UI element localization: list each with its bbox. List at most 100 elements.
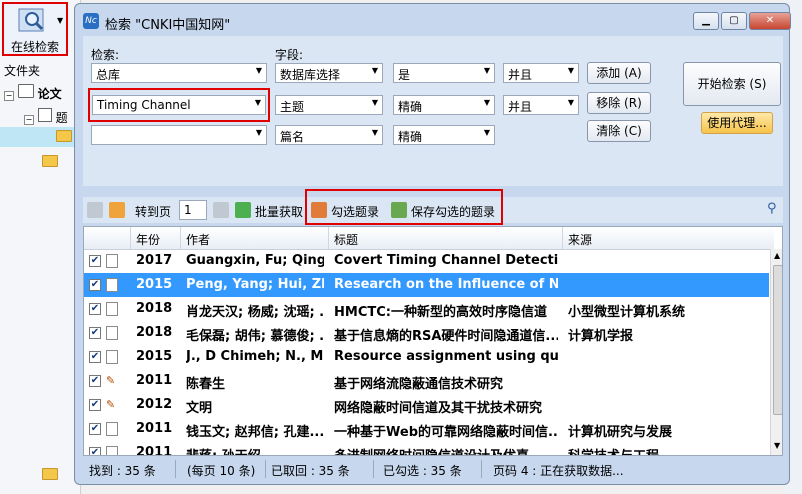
dropdown-arrow-icon: ▼ (254, 98, 261, 107)
match-select[interactable]: 精确 ▼ (393, 95, 495, 115)
match-select[interactable]: 精确 ▼ (393, 125, 495, 145)
search-window: Nc 检索 "CNKI中国知网" ▁ ▢ ✕ 检索: 字段: 总库 ▼ 数据库选择… (74, 3, 791, 485)
row-checkbox[interactable]: ✔ (89, 447, 101, 455)
row-checkbox[interactable]: ✔ (89, 279, 101, 291)
field-select[interactable]: 主题 ▼ (275, 95, 383, 115)
results-toolbar: 转到页 1 批量获取 勾选题录 保存勾选的题录 ⚲ (83, 189, 783, 225)
cell-year: 2017 (136, 253, 173, 268)
cell-title: HMCTC:一种新型的高效时序隐信道 (334, 305, 547, 320)
save-checked-button[interactable]: 保存勾选的题录 (411, 203, 495, 220)
cell-source: 科学技术与工程 (568, 445, 764, 455)
cell-title: 网络隐蔽时间信道及其干扰技术研究 (334, 401, 543, 416)
table-row[interactable]: ✔ 2011 裴蒋; 孙天绍多进制网络时间隐信道设计及优喜科学技术与工程 (84, 441, 769, 455)
page-number-input[interactable]: 1 (179, 200, 207, 220)
table-row[interactable]: ✔ 2011 钱玉文; 赵邦信; 孔建... 一种基于Web的可靠网络隐蔽时间信...… (84, 417, 769, 441)
status-divider (481, 460, 482, 478)
column-header-year[interactable]: 年份 (136, 231, 160, 248)
title-bar[interactable]: Nc 检索 "CNKI中国知网" ▁ ▢ ✕ (75, 4, 791, 36)
keyword-input-value: Timing Channel (97, 98, 191, 112)
row-checkbox[interactable]: ✔ (89, 399, 101, 411)
row-checkbox[interactable]: ✔ (89, 327, 101, 339)
table-row[interactable]: ✔ 2015 Peng, Yang; Hui, Zh... Research on t… (84, 273, 769, 297)
pdf-attachment-icon: ✎ (106, 374, 116, 387)
tree-item-root[interactable]: − 论文 (4, 84, 82, 102)
search-label: 检索: (91, 48, 120, 62)
next-page-icon[interactable] (213, 202, 229, 218)
online-search-button[interactable]: ▼ 在线检索 (2, 2, 68, 56)
table-row[interactable]: ✔ 2018 肖龙天汉; 杨威; 沈瑶; ... HMCTC:一种新型的高效时序隐信道… (84, 297, 769, 321)
use-proxy-button[interactable]: 使用代理... (701, 112, 773, 134)
cell-author: Peng, Yang; Hui, Zh... (186, 277, 324, 292)
clear-button[interactable]: 清除 (C) (587, 120, 651, 142)
keyword-input[interactable]: Timing Channel ▼ (92, 95, 266, 115)
cell-year: 2012 (136, 397, 173, 412)
cell-source: 计算机研究与发展 (568, 425, 673, 440)
column-header-title[interactable]: 标题 (334, 231, 358, 248)
column-header-source[interactable]: 来源 (568, 231, 592, 248)
scrollbar-thumb[interactable] (773, 265, 782, 415)
cnki-app-icon: Nc (83, 13, 99, 29)
keyword-input-2[interactable]: ▼ (91, 125, 267, 145)
table-header: 年份 作者 标题 来源 (84, 227, 774, 250)
table-body: ✔ 2017 Guangxin, Fu; Qing... Covert Timing … (84, 249, 770, 455)
scroll-down-icon[interactable]: ▼ (774, 441, 780, 450)
logic-select[interactable]: 并且 ▼ (503, 95, 579, 115)
column-divider (328, 227, 329, 249)
cell-year: 2011 (136, 373, 173, 388)
online-search-label: 在线检索 (10, 40, 59, 54)
cell-title: 多进制网络时间隐信道设计及优喜 (334, 445, 558, 455)
table-row[interactable]: ✔ 2017 Guangxin, Fu; Qing... Covert Timing … (84, 249, 769, 273)
cell-author: 文明 (186, 401, 213, 416)
start-search-button[interactable]: 开始检索 (S) (683, 62, 781, 106)
batch-fetch-button[interactable]: 批量获取 (255, 203, 303, 220)
minimize-button[interactable]: ▁ (693, 12, 719, 30)
dropdown-arrow-icon: ▼ (371, 66, 378, 75)
add-button[interactable]: 添加 (A) (587, 62, 651, 84)
database-select[interactable]: 总库 ▼ (91, 63, 267, 83)
field-label: 字段: (275, 48, 304, 62)
dropdown-arrow-icon: ▼ (483, 98, 490, 107)
checked-records-icon (311, 202, 327, 218)
field-select[interactable]: 篇名 ▼ (275, 125, 383, 145)
logic-select[interactable]: 并且 ▼ (503, 63, 579, 83)
document-icon (106, 326, 118, 340)
folder-icon (17, 84, 34, 98)
folder-icon (42, 155, 58, 170)
tree-item-child[interactable]: − 题 (24, 108, 68, 126)
row-checkbox[interactable]: ✔ (89, 423, 101, 435)
table-row[interactable]: ✔ ✎ 2011 陈春生 基于网络流隐蔽通信技术研究 (84, 369, 769, 393)
row-checkbox[interactable]: ✔ (89, 351, 101, 363)
field-select[interactable]: 数据库选择 ▼ (275, 63, 383, 83)
checked-records-button[interactable]: 勾选题录 (331, 203, 379, 220)
field-select-value: 主题 (280, 100, 305, 114)
cell-year: 2018 (136, 301, 173, 316)
scroll-up-icon[interactable]: ▲ (774, 251, 780, 260)
match-select-value: 精确 (398, 100, 423, 114)
folder-icon (42, 468, 58, 483)
table-row[interactable]: ✔ 2018 毛保磊; 胡伟; 慕德俊; ... 基于信息熵的RSA硬件时间隐通道信.… (84, 321, 769, 345)
close-button[interactable]: ✕ (749, 12, 791, 30)
goto-page-label[interactable]: 转到页 (135, 203, 171, 220)
tree-item-root-label: 论文 (37, 87, 62, 101)
row-checkbox[interactable]: ✔ (89, 303, 101, 315)
remove-button[interactable]: 移除 (R) (587, 92, 651, 114)
collapse-icon[interactable]: − (24, 115, 34, 125)
table-row[interactable]: ✔ 2015 J., D Chimeh; N., Mo Resource assign… (84, 345, 769, 369)
prev-page-icon[interactable] (87, 202, 103, 218)
match-select-value: 是 (398, 68, 411, 82)
table-row[interactable]: ✔ ✎ 2012 文明 网络隐蔽时间信道及其干扰技术研究 (84, 393, 769, 417)
row-checkbox[interactable]: ✔ (89, 255, 101, 267)
row-checkbox[interactable]: ✔ (89, 375, 101, 387)
vertical-scrollbar[interactable]: ▲ ▼ (770, 249, 782, 455)
column-header-author[interactable]: 作者 (186, 231, 210, 248)
filter-user-icon[interactable]: ⚲ (767, 201, 777, 216)
document-icon (106, 254, 118, 268)
magnifier-icon (18, 8, 44, 32)
maximize-button[interactable]: ▢ (721, 12, 747, 30)
cell-author: J., D Chimeh; N., Mo (186, 349, 324, 364)
match-select[interactable]: 是 ▼ (393, 63, 495, 83)
goto-page-icon[interactable] (109, 202, 125, 218)
collapse-icon[interactable]: − (4, 91, 14, 101)
cell-title: Covert Timing Channel Detection (334, 253, 558, 268)
document-icon (106, 302, 118, 316)
